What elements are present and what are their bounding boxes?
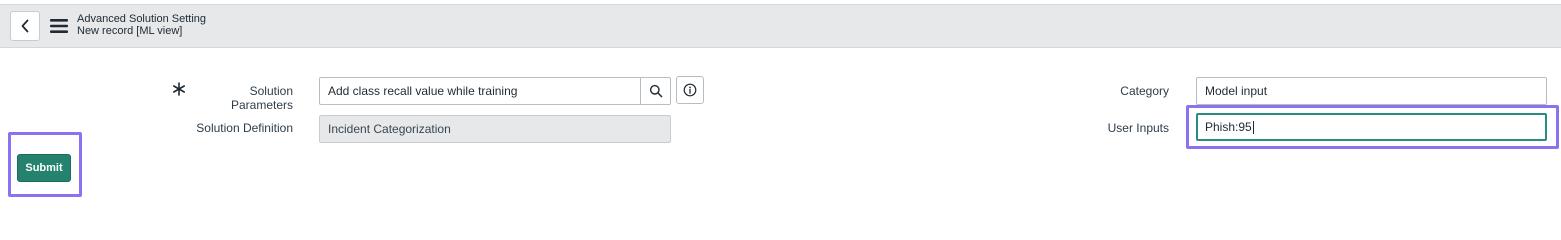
page-title: Advanced Solution Setting	[77, 13, 207, 25]
form-header: Advanced Solution Setting New record [ML…	[0, 4, 1561, 48]
submit-button[interactable]: Submit	[17, 154, 71, 182]
user-inputs-value: Phish:95	[1205, 120, 1252, 134]
search-icon	[649, 84, 662, 98]
lookup-search-button[interactable]	[640, 77, 670, 105]
info-icon	[683, 83, 697, 97]
menu-button[interactable]	[48, 16, 70, 36]
solution-definition-value: Incident Categorization	[328, 122, 451, 136]
required-asterisk-icon	[173, 82, 185, 96]
chevron-left-icon	[21, 19, 29, 33]
solution-definition-label: Solution Definition	[196, 121, 293, 135]
header-title-block: Advanced Solution Setting New record [ML…	[77, 13, 206, 37]
solution-definition-field: Incident Categorization	[319, 115, 671, 143]
category-input[interactable]: Model input	[1196, 77, 1547, 105]
page-subtitle: New record [ML view]	[77, 25, 183, 37]
category-label: Category	[1120, 84, 1169, 98]
solution-parameters-label: Solution Parameters	[230, 84, 293, 112]
reference-info-button[interactable]	[676, 76, 704, 104]
user-inputs-label: User Inputs	[1107, 121, 1169, 135]
hamburger-menu-icon	[50, 19, 68, 33]
solution-parameters-input[interactable]: Add class recall value while training	[319, 77, 671, 105]
page: Advanced Solution Setting New record [ML…	[0, 0, 1561, 218]
text-cursor	[1252, 120, 1254, 134]
user-inputs-input[interactable]: Phish:95	[1196, 113, 1547, 141]
solution-parameters-value: Add class recall value while training	[328, 84, 518, 98]
category-value: Model input	[1205, 84, 1268, 98]
back-button[interactable]	[10, 11, 40, 41]
